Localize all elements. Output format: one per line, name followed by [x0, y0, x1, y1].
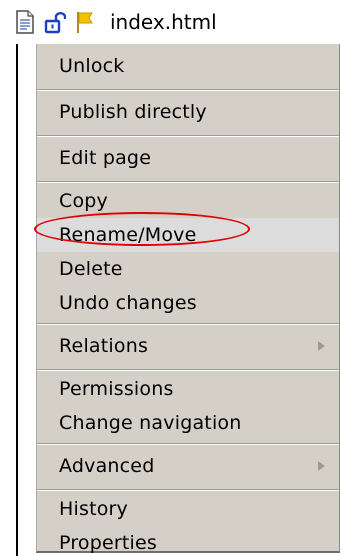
menu-group: Publish directly [37, 90, 339, 136]
tree-line [16, 44, 18, 556]
menu-group: History Properties [37, 490, 339, 556]
menu-item-copy[interactable]: Copy [37, 184, 339, 218]
context-menu: Unlock Publish directly Edit page Copy R… [36, 44, 340, 556]
menu-group: Edit page [37, 136, 339, 182]
unlock-icon[interactable] [44, 10, 67, 34]
menu-item-permissions[interactable]: Permissions [37, 372, 339, 406]
menu-group: Unlock [37, 44, 339, 90]
menu-item-rename-move[interactable]: Rename/Move [37, 218, 339, 252]
file-row[interactable]: index.html [0, 0, 342, 44]
menu-item-properties[interactable]: Properties [37, 526, 339, 556]
menu-group: Permissions Change navigation [37, 370, 339, 444]
submenu-arrow-icon [318, 341, 325, 351]
menu-item-publish-directly[interactable]: Publish directly [37, 92, 339, 132]
menu-item-unlock[interactable]: Unlock [37, 46, 339, 86]
file-name[interactable]: index.html [110, 8, 217, 36]
menu-item-history[interactable]: History [37, 492, 339, 526]
menu-item-label: Advanced [59, 455, 155, 477]
menu-item-change-navigation[interactable]: Change navigation [37, 406, 339, 440]
menu-group: Advanced [37, 444, 339, 490]
context-menu-screen: index.html Unlock Publish directly Edit … [0, 0, 342, 556]
document-icon [14, 10, 36, 34]
menu-group: Copy Rename/Move Delete Undo changes [37, 182, 339, 324]
menu-item-label: Relations [59, 335, 149, 357]
menu-item-relations[interactable]: Relations [37, 326, 339, 366]
flag-icon [74, 10, 96, 34]
menu-item-advanced[interactable]: Advanced [37, 446, 339, 486]
menu-item-delete[interactable]: Delete [37, 252, 339, 286]
submenu-arrow-icon [318, 461, 325, 471]
menu-group: Relations [37, 324, 339, 370]
menu-item-undo-changes[interactable]: Undo changes [37, 286, 339, 320]
menu-item-edit-page[interactable]: Edit page [37, 138, 339, 178]
